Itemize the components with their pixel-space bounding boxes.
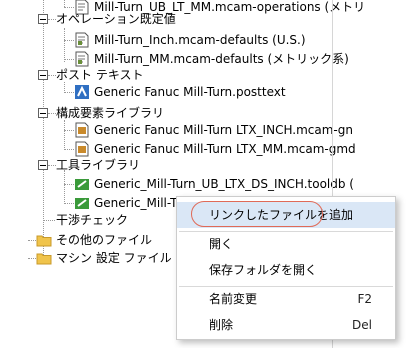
tree-item-label: その他のファイル	[56, 233, 153, 247]
collapse-toggle[interactable]	[38, 14, 48, 24]
tree-item-label: Generic_Mill-Turn_UB_LTX_DS_INCH.tooldb …	[94, 177, 354, 191]
tree-connector	[64, 92, 74, 93]
tree-connector	[64, 28, 65, 62]
tree-item-label: Generic_Mill-Tu	[94, 196, 184, 210]
menu-item-open-containing-folder[interactable]: 保存フォルダを開く	[177, 257, 395, 283]
tree-item-label: 干渉チェック	[56, 213, 129, 227]
tree-connector	[64, 130, 74, 131]
tree-connector	[64, 59, 74, 60]
tree-connector	[48, 75, 56, 76]
tool-library-icon	[75, 198, 89, 209]
defaults-file-icon	[75, 32, 89, 48]
tree-connector	[43, 220, 55, 221]
component-library-icon	[75, 141, 89, 157]
tree-connector	[64, 0, 65, 7]
tree-connector	[64, 203, 74, 204]
tree-connector	[48, 19, 56, 20]
collapse-toggle[interactable]	[38, 160, 48, 170]
tree-item-defaults-inch[interactable]: Mill-Turn_Inch.mcam-defaults (U.S.)	[74, 31, 334, 49]
tree-connector	[64, 120, 65, 150]
tree-item-label: Mill-Turn_Inch.mcam-defaults (U.S.)	[94, 33, 306, 47]
tree-connector	[28, 258, 36, 259]
tree-item-label: 工具ライブラリ	[56, 158, 141, 172]
annotation-highlight-circle	[191, 201, 323, 227]
tree-connector	[64, 7, 74, 8]
menu-item-shortcut: Del	[352, 318, 372, 332]
menu-item-label: 保存フォルダを開く	[209, 263, 318, 277]
tree-item-label: Generic Fanuc Mill-Turn LTX_INCH.mcam-gn	[94, 123, 353, 137]
menu-item-rename[interactable]: 名前変更 F2	[177, 286, 395, 312]
tree-item-label: ポスト テキスト	[56, 68, 144, 82]
tree-item-label: Generic Fanuc Mill-Turn.posttext	[94, 85, 286, 99]
menu-item-label: 削除	[209, 318, 234, 332]
menu-item-label: 開く	[209, 237, 234, 251]
menu-item-label: 名前変更	[209, 292, 258, 306]
folder-icon	[36, 235, 52, 247]
collapse-toggle[interactable]	[38, 70, 48, 80]
tree-item-label: オペレーション既定値	[56, 12, 176, 26]
tree-item-label: 構成要素ライブラリ	[56, 106, 165, 120]
tree-item-tooldb-inch[interactable]: Generic_Mill-Turn_UB_LTX_DS_INCH.tooldb …	[74, 175, 354, 193]
posttext-icon	[75, 85, 89, 99]
tree-item-posttext-file[interactable]: Generic Fanuc Mill-Turn.posttext	[74, 83, 334, 101]
tree-connector	[64, 149, 74, 150]
component-library-icon	[75, 122, 89, 138]
tool-library-icon	[75, 179, 89, 190]
folder-icon	[36, 253, 52, 265]
defaults-file-icon	[75, 51, 89, 67]
tree-connector	[48, 113, 56, 114]
tree-connector	[48, 165, 56, 166]
tree-connector	[28, 240, 36, 241]
menu-item-delete[interactable]: 削除 Del	[177, 312, 395, 338]
menu-item-shortcut: F2	[357, 292, 372, 306]
tree-item-label: マシン 設定 ファイル	[56, 251, 172, 265]
tree-connector	[64, 170, 65, 204]
tree-connector	[64, 184, 74, 185]
tree-connector	[64, 40, 74, 41]
menu-item-open[interactable]: 開く	[177, 231, 395, 257]
collapse-toggle[interactable]	[38, 108, 48, 118]
tree-item-component-inch[interactable]: Generic Fanuc Mill-Turn LTX_INCH.mcam-gn	[74, 121, 353, 139]
